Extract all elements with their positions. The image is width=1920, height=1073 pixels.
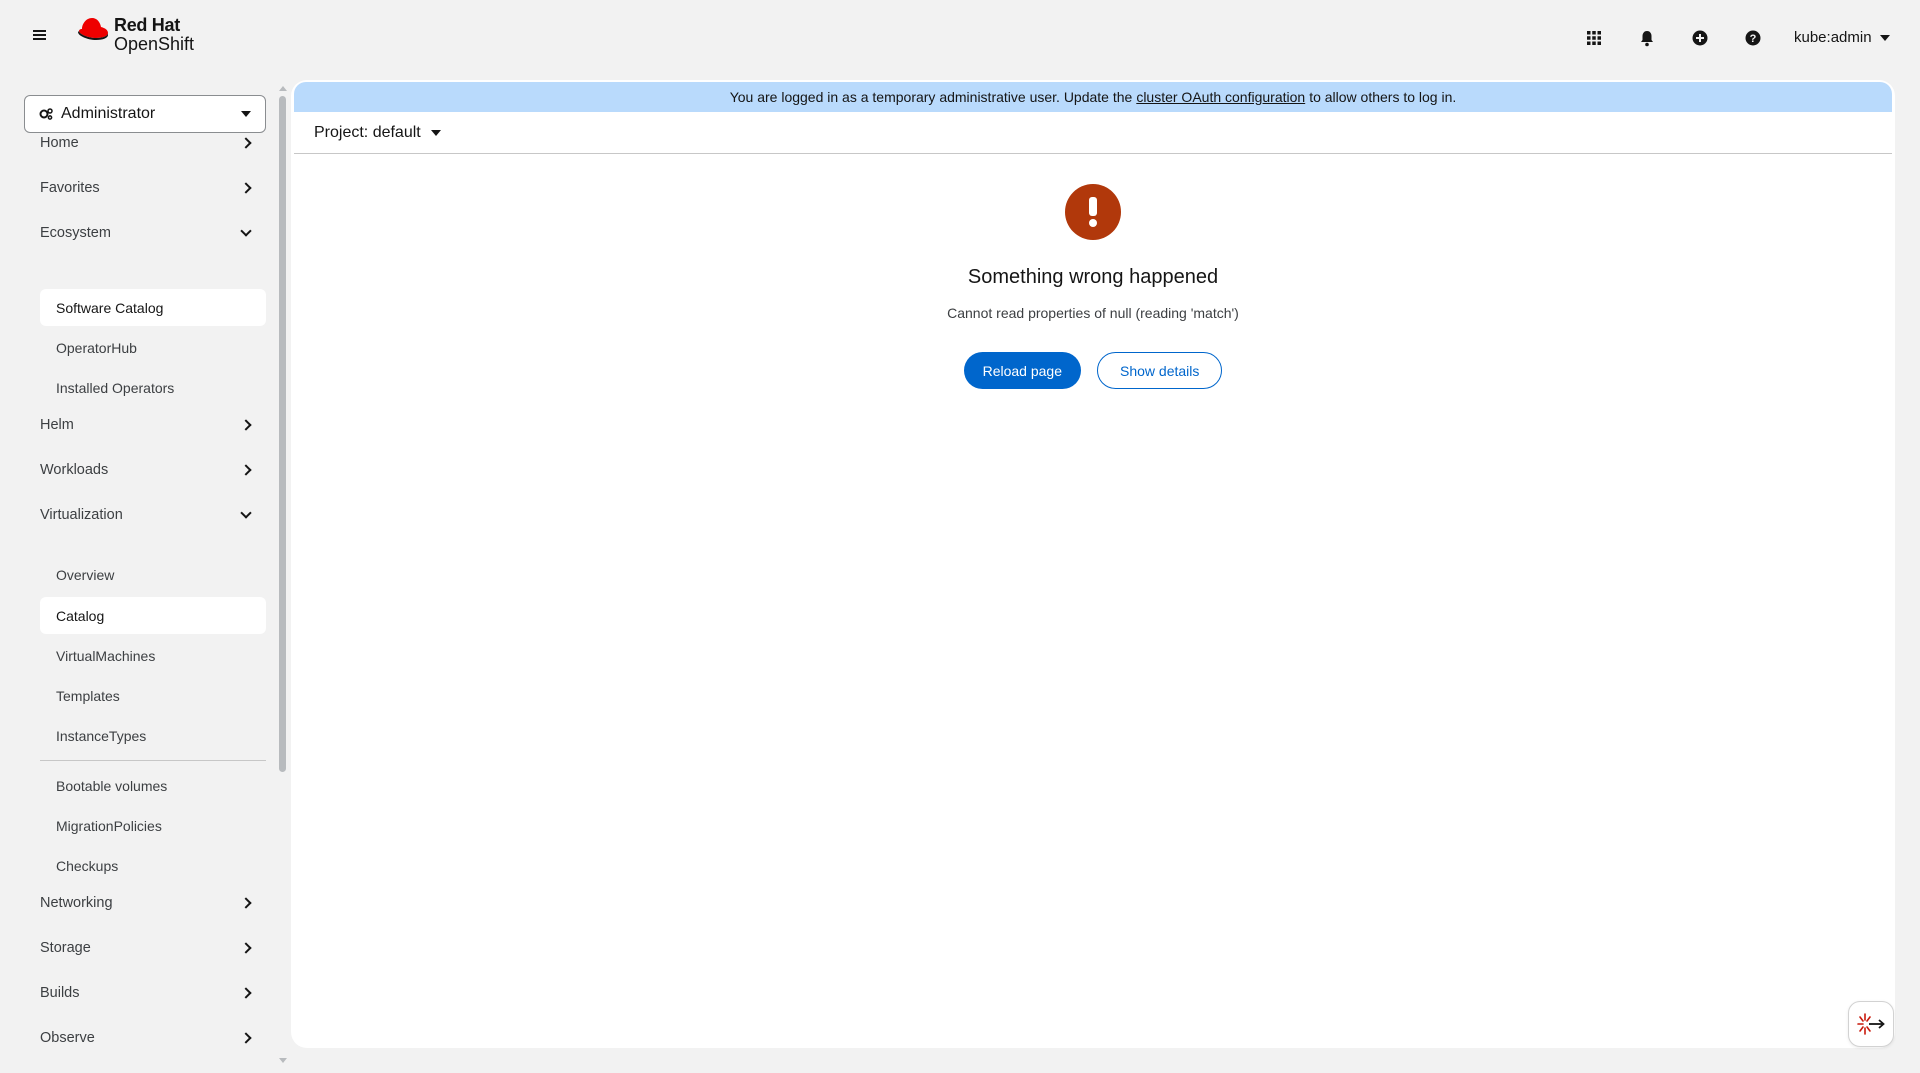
nav-storage[interactable]: Storage — [40, 931, 254, 965]
question-circle-icon[interactable]: ? — [1743, 28, 1763, 48]
nav-label: Workloads — [40, 462, 109, 478]
masthead: Red Hat OpenShift ? kube:admin — [0, 0, 1920, 78]
caret-down-icon — [430, 129, 441, 136]
caret-down-icon — [241, 111, 251, 117]
project-selector[interactable]: Project: default — [314, 124, 441, 142]
banner-text-before: You are logged in as a temporary adminis… — [729, 89, 1133, 105]
nav-installed-operators[interactable]: Installed Operators — [40, 369, 266, 406]
oauth-config-link[interactable]: cluster OAuth configuration — [1136, 89, 1305, 105]
nav-label: OperatorHub — [56, 339, 137, 356]
chevron-right-icon — [240, 1032, 252, 1044]
error-state: Something wrong happened Cannot read pro… — [291, 184, 1895, 389]
nav-label: Software Catalog — [56, 299, 164, 316]
chevron-right-icon — [240, 942, 252, 954]
perspective-label: Administrator — [61, 105, 156, 122]
sidebar-scrollbar[interactable] — [279, 86, 287, 1066]
nav-networking[interactable]: Networking — [40, 886, 254, 920]
nav-migrationpolicies[interactable]: MigrationPolicies — [40, 807, 266, 844]
menu-icon[interactable] — [33, 28, 53, 48]
nav-checkups[interactable]: Checkups — [40, 847, 266, 884]
nav-observe[interactable]: Observe — [40, 1021, 254, 1055]
brand-name: Red Hat — [114, 15, 180, 35]
reload-page-button[interactable]: Reload page — [963, 352, 1081, 389]
quick-assist-button[interactable] — [1848, 1001, 1894, 1047]
cluster-banner: You are logged in as a temporary adminis… — [294, 82, 1892, 112]
app-launcher-icon[interactable] — [1584, 28, 1604, 48]
nav-instancetypes[interactable]: InstanceTypes — [40, 717, 266, 754]
nav-virtualization[interactable]: Virtualization — [40, 498, 254, 532]
error-title: Something wrong happened — [967, 266, 1219, 288]
chevron-down-icon — [240, 507, 252, 519]
banner-text-after: to allow others to log in. — [1309, 89, 1457, 105]
nav-label: InstanceTypes — [56, 727, 147, 744]
error-actions: Reload page Show details — [963, 352, 1223, 389]
sparkle-arrow-icon — [1857, 1013, 1885, 1035]
nav-operatorhub[interactable]: OperatorHub — [40, 329, 266, 366]
nav-workloads[interactable]: Workloads — [40, 453, 254, 487]
nav-label: Overview — [56, 566, 115, 583]
user-name: kube:admin — [1794, 29, 1872, 46]
bell-icon[interactable] — [1637, 28, 1657, 48]
sidebar: Administrator Home Favorites Ecosystem S… — [0, 78, 280, 1073]
nav-label: Helm — [40, 417, 74, 433]
nav-software-catalog[interactable]: Software Catalog — [40, 289, 266, 326]
chevron-right-icon — [240, 987, 252, 999]
chevron-right-icon — [240, 137, 252, 149]
chevron-down-icon — [240, 225, 252, 237]
show-details-button[interactable]: Show details — [1097, 352, 1223, 389]
plus-circle-icon[interactable] — [1690, 28, 1710, 48]
nav-label: Favorites — [40, 180, 100, 196]
exclamation-circle-icon — [1065, 184, 1121, 240]
nav-label: Installed Operators — [56, 379, 175, 396]
nav-label: Templates — [56, 687, 120, 704]
scroll-thumb[interactable] — [279, 96, 286, 772]
nav-virtualmachines[interactable]: VirtualMachines — [40, 637, 266, 674]
project-label: Project: default — [314, 123, 421, 141]
nav-label: Virtualization — [40, 507, 123, 523]
nav-favorites[interactable]: Favorites — [40, 171, 254, 205]
nav-ecosystem[interactable]: Ecosystem — [40, 216, 254, 250]
product-name: OpenShift — [114, 34, 195, 54]
nav-label: VirtualMachines — [56, 647, 156, 664]
nav-helm[interactable]: Helm — [40, 408, 254, 442]
cogs-icon — [39, 108, 53, 120]
nav-label: Networking — [40, 895, 113, 911]
nav-builds[interactable]: Builds — [40, 976, 254, 1010]
red-hat-logo-icon — [78, 18, 108, 40]
nav-label: Observe — [40, 1030, 95, 1046]
caret-down-icon — [1879, 34, 1890, 41]
nav-templates[interactable]: Templates — [40, 677, 266, 714]
nav-catalog[interactable]: Catalog — [40, 597, 266, 634]
chevron-right-icon — [240, 464, 252, 476]
nav-overview[interactable]: Overview — [40, 556, 266, 593]
nav-label: Checkups — [56, 857, 119, 874]
nav-label: Ecosystem — [40, 225, 111, 241]
svg-text:?: ? — [1750, 33, 1757, 45]
error-message: Cannot read properties of null (reading … — [947, 305, 1239, 321]
nav-label: Storage — [40, 940, 91, 956]
nav-label: Home — [40, 135, 79, 151]
chevron-right-icon — [240, 897, 252, 909]
nav-label: Builds — [40, 985, 80, 1001]
nav-bootable-volumes[interactable]: Bootable volumes — [40, 767, 266, 804]
brand-logo[interactable]: Red Hat OpenShift — [76, 16, 194, 54]
project-bar: Project: default — [294, 112, 1892, 154]
nav-home[interactable]: Home — [40, 126, 254, 160]
scroll-up-arrow-icon[interactable] — [279, 86, 287, 91]
nav-label: Catalog — [56, 607, 105, 624]
nav-label: Bootable volumes — [56, 777, 168, 794]
nav-divider — [40, 760, 266, 761]
scroll-down-arrow-icon[interactable] — [279, 1058, 287, 1063]
chevron-right-icon — [240, 419, 252, 431]
main-content: You are logged in as a temporary adminis… — [291, 80, 1895, 1048]
nav-label: MigrationPolicies — [56, 817, 162, 834]
user-menu[interactable]: kube:admin — [1794, 29, 1890, 46]
chevron-right-icon — [240, 182, 252, 194]
